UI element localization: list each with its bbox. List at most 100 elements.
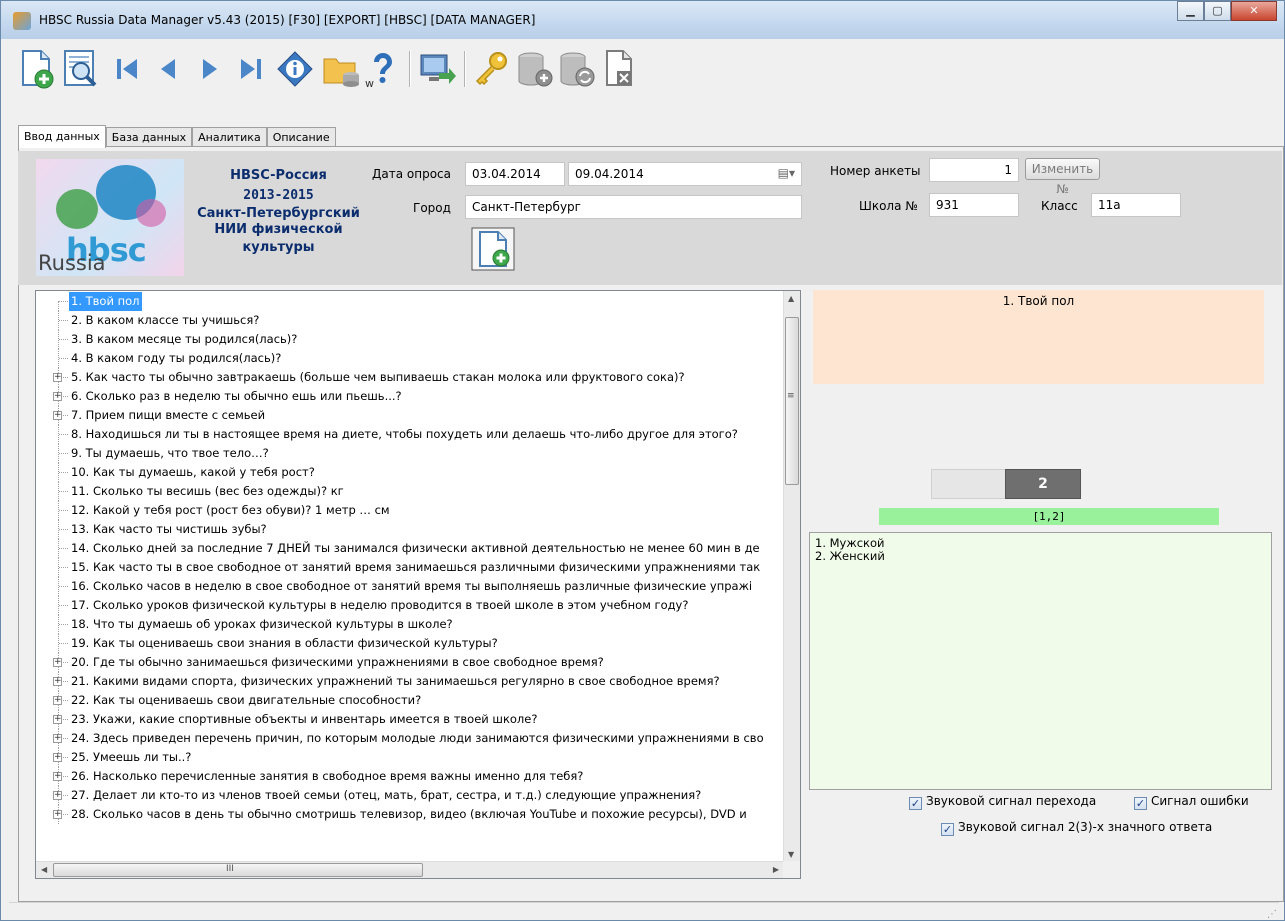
tree-guide-line [59, 643, 68, 644]
tree-item[interactable]: +26. Насколько перечисленные занятия в с… [36, 767, 784, 786]
tree-item[interactable]: +28. Сколько часов в день ты обычно смот… [36, 805, 784, 824]
open-database-icon[interactable] [321, 49, 361, 89]
school-label: Школа № [859, 199, 918, 213]
help-icon[interactable]: w [363, 49, 403, 90]
expand-icon[interactable]: + [53, 810, 62, 819]
tree-item-label: 8. Находишься ли ты в настоящее время на… [71, 427, 738, 441]
expand-icon[interactable]: + [53, 373, 62, 382]
horizontal-scroll-thumb[interactable]: III [53, 863, 423, 877]
new-record-icon[interactable] [17, 49, 57, 89]
answer-input[interactable] [931, 469, 1007, 499]
title-bar[interactable]: HBSC Russia Data Manager v5.43 (2015) [F… [1, 1, 1284, 39]
form-number-field[interactable]: 1 [929, 158, 1019, 182]
tree-item[interactable]: 4. В каком году ты родился(лась)? [36, 349, 784, 368]
class-field[interactable]: 11а [1091, 193, 1181, 217]
expand-icon[interactable]: + [53, 658, 62, 667]
add-database-icon[interactable] [515, 49, 555, 89]
key-icon[interactable] [471, 49, 511, 89]
checkbox-checked-icon: ✓ [909, 797, 922, 810]
tree-item[interactable]: 15. Как часто ты в свое свободное от зан… [36, 558, 784, 577]
scroll-up-icon[interactable]: ▲ [788, 294, 794, 303]
sound-multidigit-checkbox[interactable]: ✓ Звуковой сигнал 2(3)-х значного ответа [941, 820, 1212, 836]
tree-item[interactable]: +20. Где ты обычно занимаешься физически… [36, 653, 784, 672]
expand-icon[interactable]: + [53, 734, 62, 743]
tree-item[interactable]: +21. Какими видами спорта, физических уп… [36, 672, 784, 691]
next-record-icon[interactable] [189, 49, 229, 89]
scroll-right-icon[interactable]: ▶ [773, 865, 779, 874]
tree-item[interactable]: 9. Ты думаешь, что твое тело…? [36, 444, 784, 463]
expand-icon[interactable]: + [53, 715, 62, 724]
tab-description[interactable]: Описание [266, 127, 336, 147]
minimize-button[interactable]: ▁ [1177, 1, 1204, 21]
answer-value: 2 [1005, 469, 1081, 499]
tab-analytics[interactable]: Аналитика [192, 127, 267, 147]
tree-item[interactable]: 14. Сколько дней за последние 7 ДНЕЙ ты … [36, 539, 784, 558]
vertical-scrollbar[interactable]: ▲ ≡ ▼ [783, 291, 800, 862]
tree-item[interactable]: +6. Сколько раз в неделю ты обычно ешь и… [36, 387, 784, 406]
tree-item[interactable]: 12. Какой у тебя рост (рост без обуви)? … [36, 501, 784, 520]
checkbox-checked-icon: ✓ [1134, 797, 1147, 810]
add-form-button[interactable] [471, 227, 515, 271]
survey-date-from-field[interactable]: 03.04.2014 [465, 162, 565, 186]
info-icon[interactable] [275, 49, 315, 89]
tree-item[interactable]: +24. Здесь приведен перечень причин, по … [36, 729, 784, 748]
sound-transition-label: Звуковой сигнал перехода [926, 794, 1097, 808]
tree-item[interactable]: +22. Как ты оцениваешь свои двигательные… [36, 691, 784, 710]
tree-item[interactable]: 17. Сколько уроков физической культуры в… [36, 596, 784, 615]
tree-item[interactable]: 11. Сколько ты весишь (вес без одежды)? … [36, 482, 784, 501]
org-line: HBSC-Россия [230, 168, 327, 183]
expand-icon[interactable]: + [53, 772, 62, 781]
last-record-icon[interactable] [231, 49, 271, 89]
tree-item[interactable]: 1. Твой пол [36, 292, 784, 311]
question-tree[interactable]: 1. Твой пол 2. В каком классе ты учишься?… [35, 290, 801, 879]
tree-item[interactable]: 8. Находишься ли ты в настоящее время на… [36, 425, 784, 444]
vertical-scroll-thumb[interactable] [785, 317, 799, 485]
school-field[interactable]: 931 [929, 193, 1019, 217]
answer-range: [1,2] [879, 508, 1219, 525]
previous-record-icon[interactable] [149, 49, 189, 89]
tab-data-entry[interactable]: Ввод данных [18, 125, 106, 148]
tree-item[interactable]: 13. Как часто ты чистишь зубы? [36, 520, 784, 539]
tree-item[interactable]: 16. Сколько часов в неделю в свое свобод… [36, 577, 784, 596]
preview-icon[interactable] [61, 49, 101, 89]
scroll-left-icon[interactable]: ◀ [41, 865, 47, 874]
error-signal-checkbox[interactable]: ✓ Сигнал ошибки [1134, 794, 1249, 810]
toolbar-separator [409, 51, 411, 87]
tree-item[interactable]: +23. Укажи, какие спортивные объекты и и… [36, 710, 784, 729]
tree-item-label: 24. Здесь приведен перечень причин, по к… [71, 731, 764, 745]
horizontal-scrollbar[interactable]: ◀ III ▶ [36, 861, 784, 878]
expand-icon[interactable]: + [53, 392, 62, 401]
sound-transition-checkbox[interactable]: ✓ Звуковой сигнал перехода [909, 794, 1096, 810]
tree-guide-line [59, 548, 68, 549]
change-number-button[interactable]: Изменить № [1025, 158, 1100, 196]
tree-item[interactable]: 19. Как ты оцениваешь свои знания в обла… [36, 634, 784, 653]
delete-file-icon[interactable] [601, 49, 641, 89]
city-field[interactable]: Санкт-Петербург [465, 195, 802, 219]
expand-icon[interactable]: + [53, 753, 62, 762]
expand-icon[interactable]: + [53, 791, 62, 800]
close-button[interactable]: ✕ [1231, 1, 1277, 21]
sync-database-icon[interactable] [557, 49, 597, 89]
tree-item[interactable]: +27. Делает ли кто-то из членов твоей се… [36, 786, 784, 805]
tree-item[interactable]: 10. Как ты думаешь, какой у тебя рост? [36, 463, 784, 482]
tree-guide-line [59, 434, 68, 435]
maximize-button[interactable]: ▢ [1204, 1, 1231, 21]
tree-item[interactable]: +25. Умеешь ли ты..? [36, 748, 784, 767]
tree-item-label: 12. Какой у тебя рост (рост без обуви)? … [71, 503, 390, 517]
tree-item[interactable]: 18. Что ты думаешь об уроках физической … [36, 615, 784, 634]
calendar-dropdown-icon[interactable]: ▤▾ [778, 166, 795, 180]
survey-date-to-field[interactable]: 09.04.2014 ▤▾ [568, 162, 802, 186]
org-line: культуры [242, 240, 315, 255]
first-record-icon[interactable] [107, 49, 147, 89]
expand-icon[interactable]: + [53, 696, 62, 705]
tree-item[interactable]: 3. В каком месяце ты родился(лась)? [36, 330, 784, 349]
tree-item[interactable]: 2. В каком классе ты учишься? [36, 311, 784, 330]
export-icon[interactable] [417, 49, 457, 89]
tree-item[interactable]: +7. Прием пищи вместе с семьей [36, 406, 784, 425]
resize-grip-icon[interactable]: ⋰ [1267, 909, 1277, 920]
scroll-down-icon[interactable]: ▼ [788, 850, 794, 859]
tree-item[interactable]: +5. Как часто ты обычно завтракаешь (бол… [36, 368, 784, 387]
expand-icon[interactable]: + [53, 411, 62, 420]
expand-icon[interactable]: + [53, 677, 62, 686]
tab-database[interactable]: База данных [105, 127, 193, 147]
